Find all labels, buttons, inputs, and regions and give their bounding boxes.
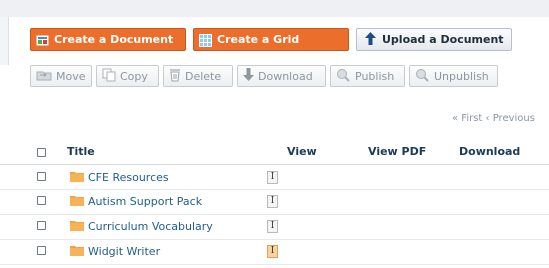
move-label: Move (56, 69, 86, 83)
download-column-header: Download (459, 145, 521, 158)
folder-icon (70, 221, 84, 231)
text-cursor-icon[interactable]: I (267, 171, 278, 184)
row-title-link[interactable]: CFE Resources (88, 171, 169, 184)
row-checkbox[interactable] (37, 246, 46, 255)
download-arrow-icon (243, 68, 254, 84)
title-column-header[interactable]: Title (67, 145, 95, 158)
move-icon (36, 68, 52, 84)
row-title-link[interactable]: Autism Support Pack (88, 195, 202, 208)
view-column-header: View (287, 145, 317, 158)
publish-button[interactable]: Publish (330, 65, 405, 87)
row-checkbox[interactable] (37, 196, 46, 205)
create-grid-button[interactable]: Create a Grid (193, 28, 349, 51)
pagination-links[interactable]: « First ‹ Previous (452, 113, 535, 124)
text-cursor-icon[interactable]: I (267, 220, 278, 233)
unpublish-icon (415, 68, 430, 85)
move-button[interactable]: Move (30, 65, 92, 87)
row-checkbox[interactable] (37, 221, 46, 230)
delete-label: Delete (185, 69, 222, 83)
create-grid-label: Create a Grid (217, 33, 300, 46)
delete-button[interactable]: Delete (163, 65, 233, 87)
unpublish-label: Unpublish (434, 69, 489, 83)
copy-icon (102, 68, 116, 85)
row-title-link[interactable]: Curriculum Vocabulary (88, 220, 213, 233)
publish-icon (336, 68, 351, 85)
left-panel-edge (0, 17, 9, 65)
text-cursor-icon[interactable]: I (267, 195, 278, 208)
row-checkbox[interactable] (37, 172, 46, 181)
select-all-checkbox[interactable] (37, 148, 46, 157)
folder-icon (70, 172, 84, 182)
upload-document-label: Upload a Document (382, 33, 504, 46)
view-pdf-column-header: View PDF (368, 145, 427, 158)
upload-document-button[interactable]: Upload a Document (356, 28, 512, 51)
folder-icon (70, 196, 84, 206)
upload-arrow-icon (365, 31, 376, 48)
grid-icon (199, 33, 212, 47)
row-title-link[interactable]: Widgit Writer (88, 245, 160, 258)
create-document-label: Create a Document (54, 33, 174, 46)
trash-icon (169, 68, 181, 85)
unpublish-button[interactable]: Unpublish (409, 65, 498, 87)
download-button[interactable]: Download (237, 65, 326, 87)
copy-label: Copy (120, 69, 148, 83)
create-document-button[interactable]: Create a Document (30, 28, 186, 51)
folder-icon (70, 246, 84, 256)
text-cursor-icon-highlighted[interactable]: I (267, 245, 278, 258)
publish-label: Publish (355, 69, 395, 83)
download-label: Download (258, 69, 313, 83)
document-icon (36, 33, 49, 46)
copy-button[interactable]: Copy (96, 65, 159, 87)
top-bar (0, 0, 549, 17)
